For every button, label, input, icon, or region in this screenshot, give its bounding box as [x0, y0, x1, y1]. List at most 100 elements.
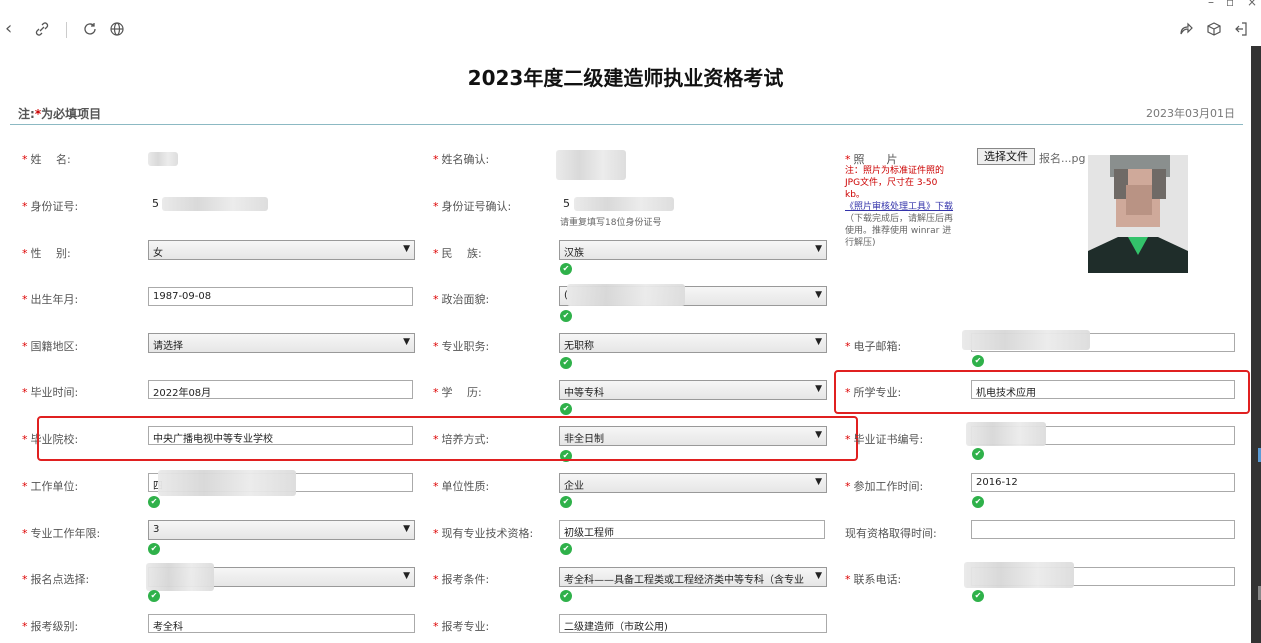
check-icon: ✔ — [560, 496, 572, 508]
years-label-text: 专业工作年限: — [30, 527, 101, 540]
note-prefix: 注: — [18, 107, 35, 121]
choose-file-button[interactable]: 选择文件 — [977, 148, 1035, 165]
grad-time-label-text: 毕业时间: — [30, 386, 79, 399]
site-label-text: 报名点选择: — [30, 573, 90, 586]
dropdown-arrow-icon: ▼ — [403, 337, 410, 347]
close-icon[interactable]: × — [1247, 0, 1257, 9]
years-select[interactable]: 3 ▼ — [148, 520, 415, 540]
name-confirm-redacted — [556, 150, 626, 180]
highlight-box-major — [834, 370, 1250, 414]
years-label: * 专业工作年限: — [22, 527, 101, 540]
dropdown-arrow-icon: ▼ — [815, 477, 822, 487]
photo-filename: 报名...pg — [1039, 152, 1086, 165]
dropdown-arrow-icon: ▼ — [815, 571, 822, 581]
phone-label-text: 联系电话: — [853, 573, 902, 586]
note-text: 为必填项目 — [41, 107, 102, 121]
cube-icon[interactable] — [1206, 21, 1222, 40]
grad-time-label: * 毕业时间: — [22, 386, 79, 399]
title-select[interactable]: 无职称 ▼ — [559, 333, 827, 353]
dropdown-arrow-icon: ▼ — [815, 384, 822, 394]
cond-select[interactable]: 考全科——具备工程类或工程经济类中等专科（含专业 ▼ — [559, 567, 827, 587]
check-icon: ✔ — [972, 496, 984, 508]
edu-value: 中等专科 — [564, 388, 604, 399]
required-note: 注:*为必填项目 — [18, 105, 101, 122]
link-icon[interactable] — [34, 21, 50, 40]
level-input[interactable]: 考全科 — [148, 614, 415, 633]
unit-type-label-text: 单位性质: — [441, 480, 490, 493]
phone-redacted — [964, 562, 1074, 588]
politics-label: * 政治面貌: — [433, 293, 490, 306]
nation-label: * 国籍地区: — [22, 340, 79, 353]
check-icon: ✔ — [560, 403, 572, 415]
id-confirm-value: 5 — [563, 197, 570, 210]
tech-time-label: 现有资格取得时间: — [845, 525, 937, 541]
globe-icon[interactable] — [109, 21, 125, 40]
email-label: * 电子邮箱: — [845, 340, 902, 353]
spec-label-text: 报考专业: — [441, 620, 490, 633]
nation-select[interactable]: 请选择 ▼ — [148, 333, 415, 353]
photo-tool-download-link[interactable]: 《照片审核处理工具》下载 — [845, 202, 953, 212]
birth-label: * 出生年月: — [22, 293, 79, 306]
unit-type-select[interactable]: 企业 ▼ — [559, 473, 827, 493]
work-start-label-text: 参加工作时间: — [853, 480, 924, 493]
tech-time-input[interactable] — [971, 520, 1235, 539]
id-label: * 身份证号: — [22, 200, 79, 213]
nation-label-text: 国籍地区: — [30, 340, 79, 353]
check-icon: ✔ — [972, 448, 984, 460]
politics-label-text: 政治面貌: — [441, 293, 490, 306]
nation-value: 请选择 — [153, 341, 183, 352]
dropdown-arrow-icon: ▼ — [815, 337, 822, 347]
cert-label: * 毕业证书编号: — [845, 433, 924, 446]
work-unit-label: * 工作单位: — [22, 480, 79, 493]
unit-type-value: 企业 — [564, 481, 584, 492]
browser-toolbar: ‹ – ▫ × — [0, 0, 1261, 46]
photo-note-instructions: （下载完成后，请解压后再使用。推荐使用 winrar 进行解压) — [845, 214, 954, 248]
ethnic-select[interactable]: 汉族 ▼ — [559, 240, 827, 260]
birth-input[interactable]: 1987-09-08 — [148, 287, 413, 306]
edu-label-text: 学 历: — [441, 386, 482, 399]
dropdown-arrow-icon: ▼ — [403, 524, 410, 534]
header-divider — [10, 124, 1243, 125]
edu-label: * 学 历: — [433, 386, 482, 399]
work-start-input[interactable]: 2016-12 — [971, 473, 1235, 492]
name-label-text: 姓 名: — [30, 153, 71, 166]
minimize-icon[interactable]: – — [1208, 0, 1214, 9]
phone-label: * 联系电话: — [845, 573, 902, 586]
check-icon: ✔ — [972, 355, 984, 367]
exit-icon[interactable] — [1233, 21, 1249, 40]
check-icon: ✔ — [560, 590, 572, 602]
dropdown-arrow-icon: ▼ — [403, 571, 410, 581]
gender-label: * 性 别: — [22, 247, 71, 260]
cond-value: 考全科——具备工程类或工程经济类中等专科（含专业 — [564, 575, 804, 586]
refresh-icon[interactable] — [82, 21, 98, 40]
id-label-text: 身份证号: — [30, 200, 79, 213]
years-value: 3 — [153, 524, 160, 535]
edu-select[interactable]: 中等专科 ▼ — [559, 380, 827, 400]
photo-note-requirement: 注：照片为标准证件照的JPG文件，尺寸在 3-50 kb。 — [845, 166, 945, 200]
spec-input[interactable]: 二级建造师（市政公用) — [559, 614, 827, 633]
scrollbar[interactable] — [1251, 46, 1261, 643]
ethnic-label: * 民 族: — [433, 247, 482, 260]
back-icon[interactable]: ‹ — [5, 20, 12, 38]
check-icon: ✔ — [972, 590, 984, 602]
email-redacted — [962, 330, 1090, 350]
gender-select[interactable]: 女 ▼ — [148, 240, 415, 260]
name-confirm-label: * 姓名确认: — [433, 153, 490, 166]
id-value: 5 — [152, 197, 159, 210]
grad-time-input[interactable]: 2022年08月 — [148, 380, 413, 399]
share-icon[interactable] — [1178, 21, 1194, 40]
cert-label-text: 毕业证书编号: — [853, 433, 924, 446]
check-icon: ✔ — [148, 590, 160, 602]
dropdown-arrow-icon: ▼ — [815, 290, 822, 300]
level-label: * 报考级别: — [22, 620, 79, 633]
work-unit-redacted — [158, 470, 296, 496]
cond-label-text: 报考条件: — [441, 573, 490, 586]
cond-label: * 报考条件: — [433, 573, 490, 586]
restore-icon[interactable]: ▫ — [1226, 0, 1234, 9]
ethnic-label-text: 民 族: — [441, 247, 482, 260]
tech-input[interactable]: 初级工程师 — [559, 520, 825, 539]
unit-type-label: * 单位性质: — [433, 480, 490, 493]
page-title: 2023年度二级建造师执业资格考试 — [467, 66, 784, 90]
ethnic-value: 汉族 — [564, 248, 584, 259]
check-icon: ✔ — [148, 543, 160, 555]
